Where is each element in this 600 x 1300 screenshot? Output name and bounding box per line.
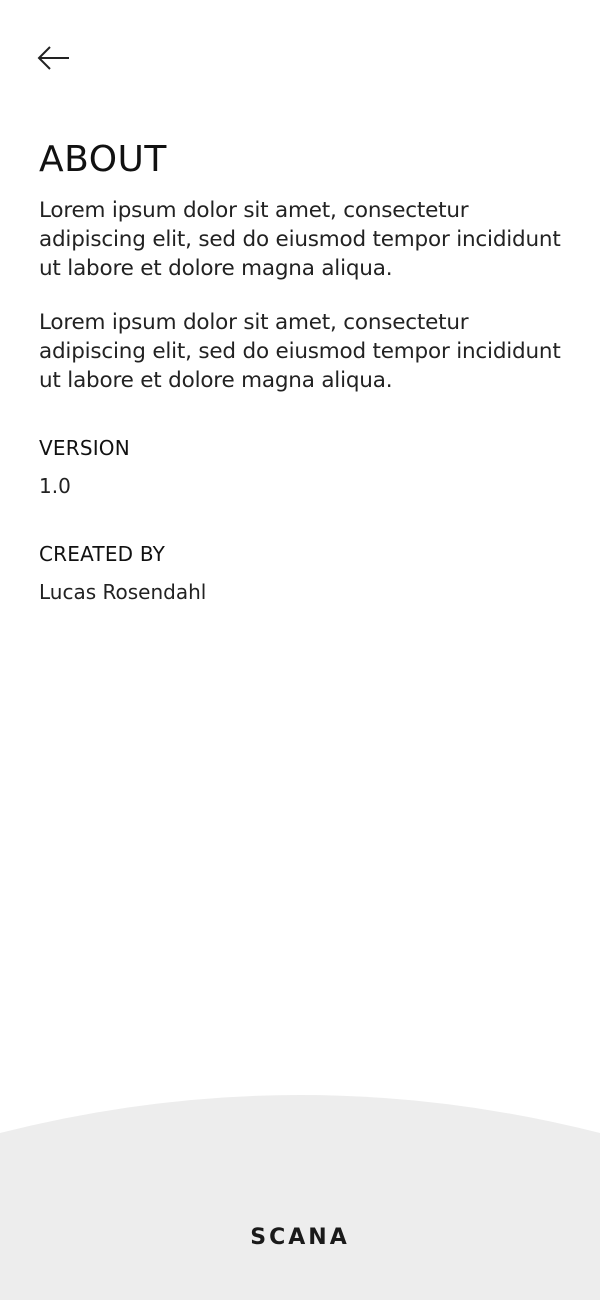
footer: SCANA xyxy=(0,1095,600,1300)
about-paragraph-2: Lorem ipsum dolor sit amet, consectetur … xyxy=(39,310,561,393)
about-content: ABOUT Lorem ipsum dolor sit amet, consec… xyxy=(39,140,564,605)
version-value: 1.0 xyxy=(39,474,71,498)
page-title: ABOUT xyxy=(39,139,167,180)
brand-logo: SCANA xyxy=(250,1225,350,1250)
created-by-value: Lucas Rosendahl xyxy=(39,580,207,604)
about-paragraph-1: Lorem ipsum dolor sit amet, consectetur … xyxy=(39,198,561,281)
arrow-left-icon xyxy=(37,46,69,70)
version-label: VERSION xyxy=(39,436,130,460)
back-button[interactable] xyxy=(36,40,76,76)
footer-curve-background xyxy=(0,1095,600,1300)
created-by-label: CREATED BY xyxy=(39,542,166,566)
